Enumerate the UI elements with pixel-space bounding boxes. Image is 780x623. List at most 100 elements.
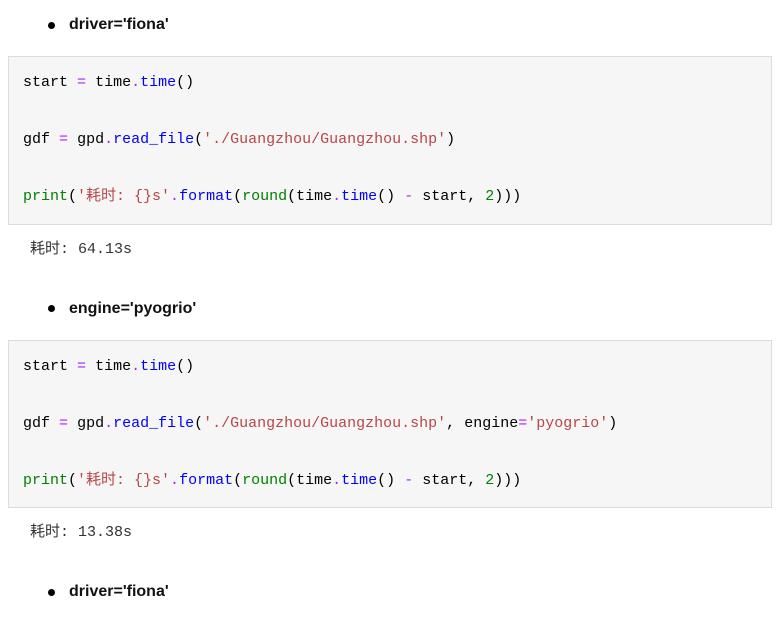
code-line: print('耗时: {}s'.format(round(time.time()… — [23, 183, 757, 212]
code-token: format — [179, 188, 233, 205]
code-token — [50, 131, 59, 148]
code-token: './Guangzhou/Guangzhou.shp' — [203, 415, 446, 432]
bullet-text: driver='fiona' — [69, 583, 169, 601]
code-token: gdf — [23, 415, 50, 432]
code-token: time — [140, 358, 176, 375]
code-token: gpd — [77, 131, 104, 148]
code-token: print — [23, 472, 68, 489]
code-token — [476, 472, 485, 489]
code-token: ( — [287, 188, 296, 205]
code-token: - — [404, 472, 413, 489]
code-token: round — [242, 188, 287, 205]
code-token: = — [77, 74, 86, 91]
code-token: () — [377, 472, 395, 489]
code-token: ( — [233, 472, 242, 489]
bullet-item: driver='fiona' — [0, 575, 780, 609]
code-block: start = time.time() gdf = gpd.read_file(… — [8, 56, 772, 225]
output-text: 耗时: 13.38s — [8, 514, 772, 547]
code-line: start = time.time() — [23, 69, 757, 98]
code-token — [476, 188, 485, 205]
code-token: = — [59, 131, 68, 148]
code-token: round — [242, 472, 287, 489]
code-token: time — [341, 188, 377, 205]
code-token: engine — [464, 415, 518, 432]
code-token: time — [341, 472, 377, 489]
code-token: 2 — [485, 472, 494, 489]
code-token: ))) — [494, 188, 521, 205]
code-token — [68, 131, 77, 148]
bullet-text: engine='pyogrio' — [69, 300, 196, 318]
code-token: time — [296, 188, 332, 205]
code-token — [413, 472, 422, 489]
code-token: gpd — [77, 415, 104, 432]
code-token: ))) — [494, 472, 521, 489]
code-line: gdf = gpd.read_file('./Guangzhou/Guangzh… — [23, 410, 757, 439]
code-token — [86, 74, 95, 91]
code-token: () — [176, 358, 194, 375]
code-line: print('耗时: {}s'.format(round(time.time()… — [23, 467, 757, 496]
code-token: print — [23, 188, 68, 205]
code-token: - — [404, 188, 413, 205]
code-token: time — [140, 74, 176, 91]
bullet-item: driver='fiona' — [0, 8, 780, 42]
code-token: = — [518, 415, 527, 432]
code-token: read_file — [113, 131, 194, 148]
code-token: ( — [194, 131, 203, 148]
code-token: = — [77, 358, 86, 375]
code-token: 'pyogrio' — [527, 415, 608, 432]
output-text: 耗时: 64.13s — [8, 231, 772, 264]
code-token: . — [332, 188, 341, 205]
code-token: , — [446, 415, 455, 432]
code-token: read_file — [113, 415, 194, 432]
code-token: start — [23, 358, 68, 375]
code-token: start — [23, 74, 68, 91]
code-token: gdf — [23, 131, 50, 148]
code-token — [68, 415, 77, 432]
code-token — [395, 188, 404, 205]
code-token — [413, 188, 422, 205]
code-token: '耗时: {}s' — [77, 472, 170, 489]
code-token — [50, 415, 59, 432]
code-token: . — [131, 74, 140, 91]
code-token: ( — [194, 415, 203, 432]
bullet-dot-icon — [48, 22, 55, 29]
code-line — [23, 381, 757, 410]
code-token: = — [59, 415, 68, 432]
bullet-text: driver='fiona' — [69, 16, 169, 34]
document-root: driver='fiona'start = time.time() gdf = … — [0, 8, 780, 609]
code-token: ( — [68, 472, 77, 489]
code-token: () — [176, 74, 194, 91]
code-token: , — [467, 472, 476, 489]
code-token: time — [95, 74, 131, 91]
code-line — [23, 155, 757, 184]
bullet-dot-icon — [48, 589, 55, 596]
code-token: . — [104, 131, 113, 148]
code-token: . — [170, 472, 179, 489]
code-token: start — [422, 188, 467, 205]
code-token: start — [422, 472, 467, 489]
code-token: ( — [287, 472, 296, 489]
code-line: start = time.time() — [23, 353, 757, 382]
bullet-item: engine='pyogrio' — [0, 292, 780, 326]
code-token — [68, 74, 77, 91]
code-token — [68, 358, 77, 375]
code-token: . — [170, 188, 179, 205]
code-token: . — [104, 415, 113, 432]
code-token: 2 — [485, 188, 494, 205]
code-line: gdf = gpd.read_file('./Guangzhou/Guangzh… — [23, 126, 757, 155]
code-token: . — [332, 472, 341, 489]
code-token: ( — [68, 188, 77, 205]
code-token — [455, 415, 464, 432]
code-token: ) — [446, 131, 455, 148]
code-token: '耗时: {}s' — [77, 188, 170, 205]
code-block: start = time.time() gdf = gpd.read_file(… — [8, 340, 772, 509]
code-line — [23, 438, 757, 467]
code-token: () — [377, 188, 395, 205]
code-line — [23, 98, 757, 127]
code-token — [395, 472, 404, 489]
code-token: ( — [233, 188, 242, 205]
code-token: time — [296, 472, 332, 489]
code-token: . — [131, 358, 140, 375]
code-token: './Guangzhou/Guangzhou.shp' — [203, 131, 446, 148]
code-token — [86, 358, 95, 375]
